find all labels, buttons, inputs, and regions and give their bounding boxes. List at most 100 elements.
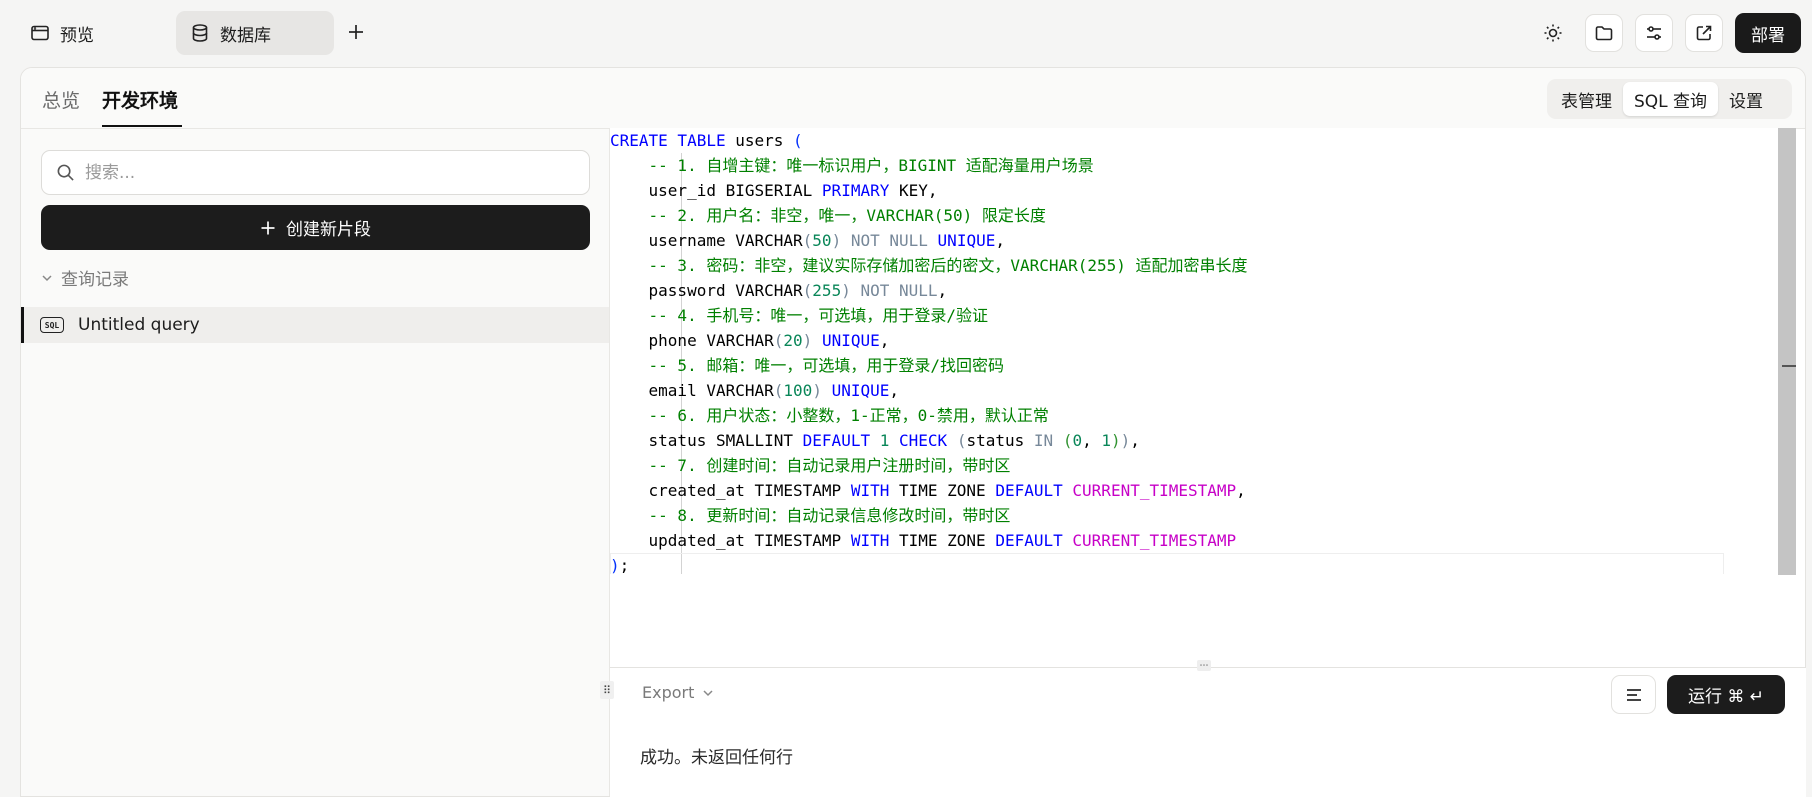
tab-database[interactable]: 数据库 [176, 11, 334, 55]
tab-table-management[interactable]: 表管理 [1550, 82, 1623, 116]
code-token: users [725, 131, 794, 150]
code-text: -- 6. 用户状态：小整数，1-正常，0-禁用，默认正常 [610, 403, 1049, 428]
code-token: -- 3. 密码：非空，建议实际存储加密后的密文，VARCHAR(255) 适配… [648, 256, 1248, 275]
code-token: -- 5. 邮箱：唯一，可选填，用于登录/找回密码 [648, 356, 1004, 375]
code-line: 18); [610, 553, 1737, 574]
code-line: 1CREATE TABLE users ( [610, 128, 1737, 153]
code-text: username VARCHAR(50) NOT NULL UNIQUE, [610, 228, 1005, 253]
code-token: created_at TIMESTAMP [610, 481, 851, 500]
sql-editor[interactable]: 1CREATE TABLE users (2 -- 1. 自增主键：唯一标识用户… [610, 128, 1778, 574]
settings-sliders-button[interactable] [1635, 14, 1673, 52]
theme-toggle-button[interactable] [1534, 14, 1572, 52]
code-token: ( [773, 331, 784, 350]
search-box [41, 150, 590, 195]
code-token: updated_at TIMESTAMP [610, 531, 851, 550]
deploy-button[interactable]: 部署 [1735, 13, 1801, 53]
code-token: -- 2. 用户名：非空，唯一，VARCHAR(50) 限定长度 [648, 206, 1046, 225]
code-token: user_id BIGSERIAL [610, 181, 822, 200]
code-token: KEY, [889, 181, 938, 200]
tab-overview[interactable]: 总览 [42, 86, 80, 113]
code-text: -- 2. 用户名：非空，唯一，VARCHAR(50) 限定长度 [610, 203, 1046, 228]
code-token: 1 [879, 431, 890, 450]
code-token: 20 [783, 331, 803, 350]
code-token: ( [1062, 431, 1073, 450]
vertical-resize-handle[interactable]: ⠿ [600, 681, 614, 699]
code-token: -- 7. 创建时间：自动记录用户注册时间，带时区 [648, 456, 1011, 475]
external-link-icon [1696, 25, 1712, 41]
chevron-down-icon [703, 689, 713, 696]
tab-settings[interactable]: 设置 [1718, 82, 1774, 116]
code-line: 5 username VARCHAR(50) NOT NULL UNIQUE, [610, 228, 1737, 253]
code-line: 10 -- 5. 邮箱：唯一，可选填，用于登录/找回密码 [610, 353, 1737, 378]
align-left-icon [1626, 688, 1641, 701]
result-message: 成功。未返回任何行 [640, 748, 793, 768]
query-history-label: 查询记录 [61, 270, 129, 290]
top-bar: 预览 数据库 部署 [0, 0, 1812, 66]
code-token: ( [802, 231, 813, 250]
code-line: 3 user_id BIGSERIAL PRIMARY KEY, [610, 178, 1737, 203]
code-token: ; [619, 556, 630, 574]
code-token: ( [802, 281, 813, 300]
code-token: CREATE TABLE [610, 131, 726, 150]
code-token: UNIQUE [937, 231, 996, 250]
tab-preview[interactable]: 预览 [16, 11, 166, 55]
view-switcher: 表管理 SQL 查询 设置 [1547, 79, 1792, 119]
panel-header: 总览 开发环境 表管理 SQL 查询 设置 [21, 68, 1805, 129]
code-token: DEFAULT [995, 481, 1063, 500]
code-token: ) [1111, 431, 1121, 450]
code-token: DEFAULT [802, 431, 871, 450]
folder-icon [1595, 26, 1613, 41]
code-token: PRIMARY [821, 181, 890, 200]
export-dropdown[interactable]: Export [642, 683, 714, 702]
folder-button[interactable] [1585, 14, 1623, 52]
code-token: CURRENT_TIMESTAMP [1072, 481, 1237, 500]
open-external-button[interactable] [1685, 14, 1723, 52]
vertical-scrollbar[interactable] [1778, 128, 1796, 575]
code-line: 9 phone VARCHAR(20) UNIQUE, [610, 328, 1737, 353]
code-token: , [1130, 431, 1140, 450]
search-icon [57, 164, 74, 181]
search-input[interactable] [85, 162, 565, 183]
code-token: status [966, 431, 1034, 450]
code-token: UNIQUE [821, 331, 880, 350]
code-line: 7 password VARCHAR(255) NOT NULL, [610, 278, 1737, 303]
code-token: phone VARCHAR [610, 331, 774, 350]
run-button[interactable]: 运行 ⌘ ↵ [1667, 675, 1785, 714]
code-token: ( [773, 381, 784, 400]
tab-dev-environment[interactable]: 开发环境 [102, 86, 178, 113]
code-token: 0 [1072, 431, 1083, 450]
code-token: -- 6. 用户状态：小整数，1-正常，0-禁用，默认正常 [648, 406, 1049, 425]
format-button[interactable] [1611, 675, 1656, 714]
code-token: password VARCHAR [610, 281, 803, 300]
code-line: 15 created_at TIMESTAMP WITH TIME ZONE D… [610, 478, 1737, 503]
code-line: 2 -- 1. 自增主键：唯一标识用户，BIGINT 适配海量用户场景 [610, 153, 1737, 178]
export-label: Export [642, 683, 695, 702]
create-snippet-button[interactable]: 创建新片段 [41, 205, 590, 250]
list-item-query[interactable]: SQL Untitled query [21, 307, 609, 343]
code-token: username VARCHAR [610, 231, 803, 250]
code-token: TIME ZONE [889, 481, 996, 500]
add-tab-button[interactable] [340, 16, 372, 48]
code-token: ) [812, 381, 822, 400]
sun-icon [1544, 24, 1562, 42]
tab-sql-query[interactable]: SQL 查询 [1623, 82, 1719, 116]
code-token: status SMALLINT [610, 431, 803, 450]
horizontal-resize-handle[interactable]: ⋯ [1197, 660, 1211, 671]
code-token: 50 [812, 231, 832, 250]
code-token: , [1236, 481, 1246, 500]
code-token: IN [1033, 431, 1054, 450]
query-history-toggle[interactable]: 查询记录 [41, 265, 129, 290]
code-token: , [889, 381, 900, 400]
create-snippet-label: 创建新片段 [286, 220, 371, 240]
browser-window-icon [31, 25, 49, 41]
code-line: 12 -- 6. 用户状态：小整数，1-正常，0-禁用，默认正常 [610, 403, 1737, 428]
code-token: 1 [1101, 431, 1111, 450]
code-token: ) [1120, 431, 1131, 450]
